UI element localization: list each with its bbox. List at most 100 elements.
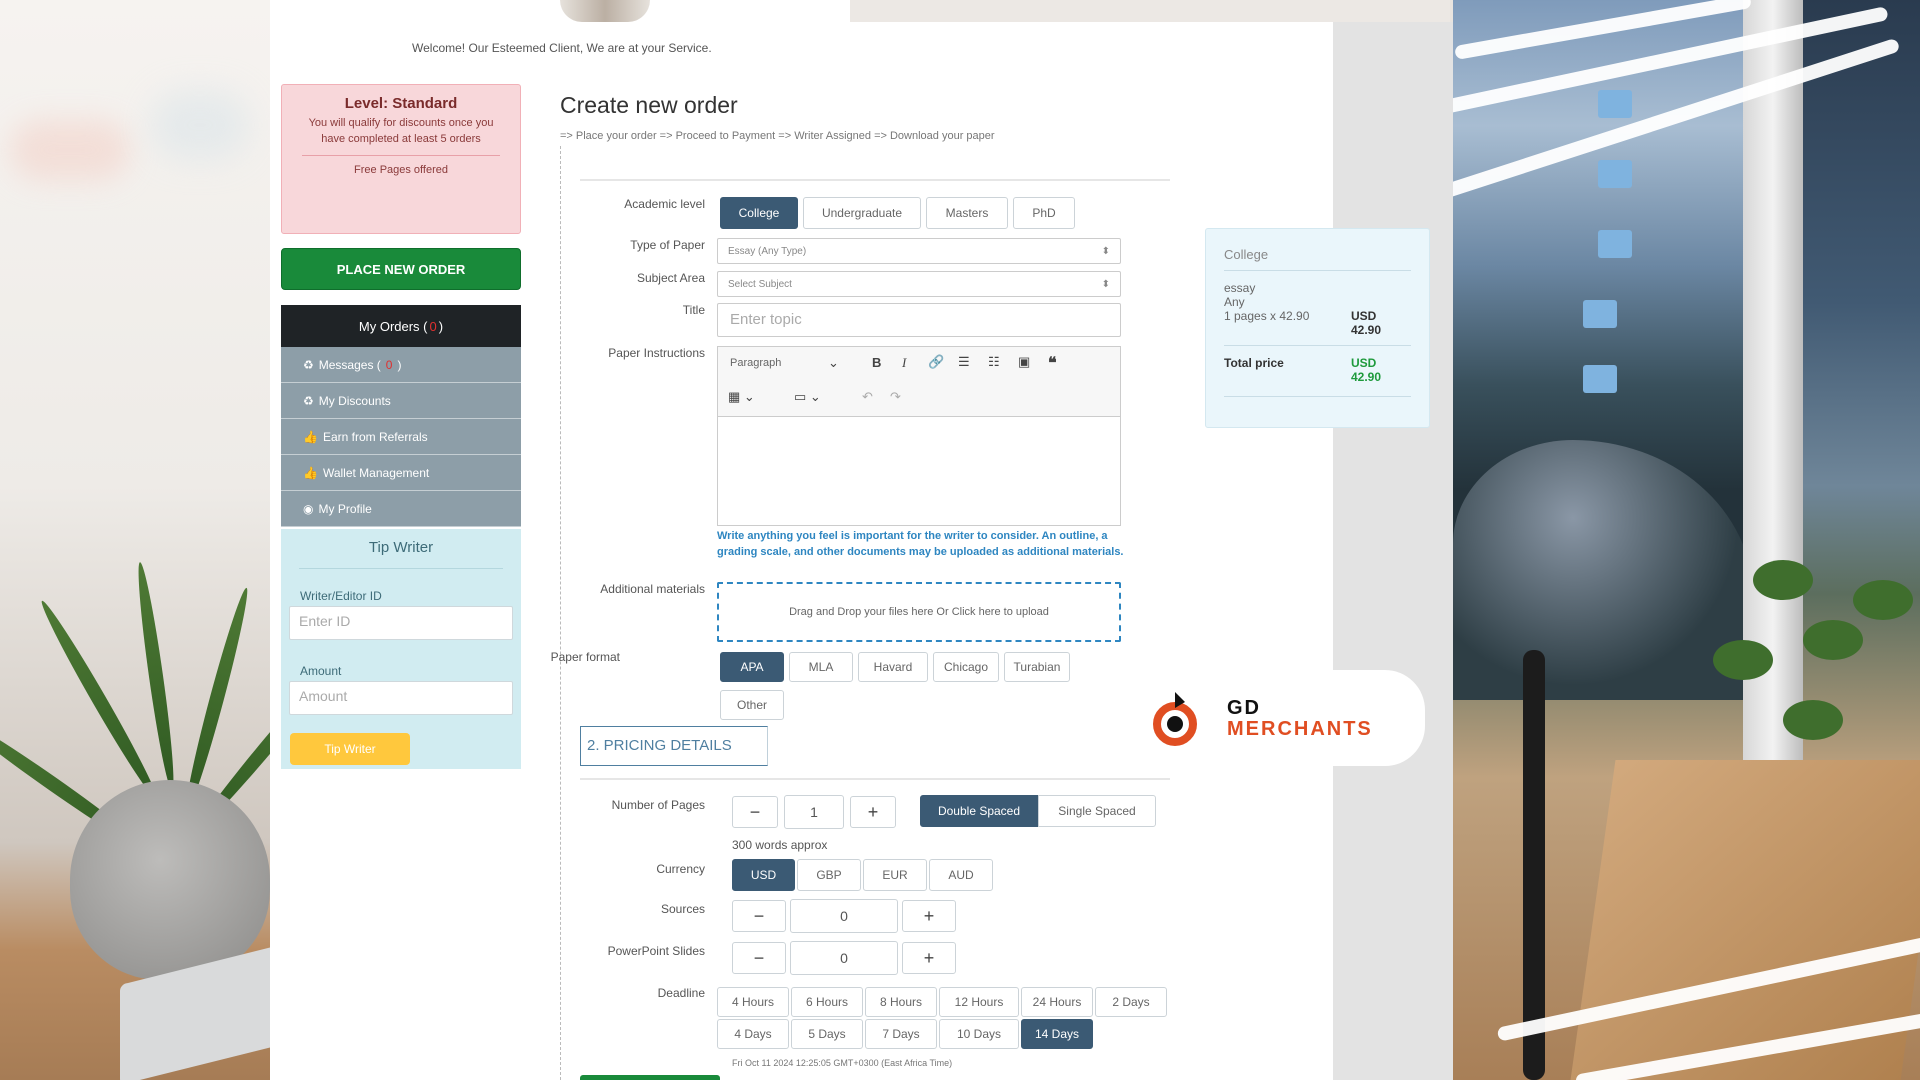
sidebar-item-suffix: ) [397,357,402,372]
pricing-details-heading: 2. PRICING DETAILS [580,726,768,766]
redo-icon[interactable]: ↷ [890,389,901,405]
summary-level: College [1224,247,1269,262]
image-icon[interactable]: ▣ [1018,354,1030,370]
media-icon[interactable]: ▭ ⌄ [794,389,821,405]
sources-label: Sources [660,902,705,916]
type-of-paper-select[interactable]: Essay (Any Type) ⬍ [717,238,1121,264]
writer-id-label: Writer/Editor ID [300,589,382,603]
academic-masters-button[interactable]: Masters [926,197,1008,229]
academic-undergraduate-button[interactable]: Undergraduate [803,197,921,229]
title-input[interactable]: Enter topic [717,303,1121,337]
sources-input[interactable]: 0 [790,899,898,933]
level-card: Level: Standard You will qualify for dis… [281,84,521,234]
level-title: Level: Standard [344,95,458,112]
step-guide-line [560,146,561,1080]
additional-materials-label: Additional materials [600,582,705,596]
sidebar-item-label: Earn from Referrals [322,429,428,444]
amount-input[interactable]: Amount [289,681,513,715]
format-chicago-button[interactable]: Chicago [933,652,999,682]
divider [1224,270,1411,271]
format-turabian-button[interactable]: Turabian [1004,652,1070,682]
deadline-6-hours-button[interactable]: 6 Hours [791,987,863,1017]
sidebar-item-referrals[interactable]: 👍 Earn from Referrals [281,419,521,455]
sidebar-item-label: Messages ( [318,357,381,372]
link-icon[interactable]: 🔗 [928,354,944,370]
paper-format-label: Paper format [550,650,620,664]
subject-area-select[interactable]: Select Subject ⬍ [717,271,1121,297]
sidebar-item-wallet[interactable]: 👍 Wallet Management [281,455,521,491]
format-other-button[interactable]: Other [720,690,784,720]
summary-subject: Any [1224,295,1245,309]
powerpoint-slides-label: PowerPoint Slides [607,944,705,958]
chevron-down-icon[interactable]: ⌄ [828,355,839,371]
currency-gbp-button[interactable]: GBP [797,859,861,891]
background-photo-left [0,0,270,1080]
sidebar-item-label: My Discounts [318,393,391,408]
academic-college-button[interactable]: College [720,197,798,229]
editor-content-area[interactable] [718,417,1120,525]
title-label: Title [682,303,705,317]
deadline-4-days-button[interactable]: 4 Days [717,1019,789,1049]
deadline-12-hours-button[interactable]: 12 Hours [939,987,1019,1017]
deadline-label: Deadline [657,986,705,1000]
place-new-order-button[interactable]: PLACE NEW ORDER [281,248,521,290]
tip-writer-button[interactable]: Tip Writer [290,733,410,765]
format-havard-button[interactable]: Havard [858,652,928,682]
single-spaced-button[interactable]: Single Spaced [1038,795,1156,827]
deadline-14-days-button[interactable]: 14 Days [1021,1019,1093,1049]
submit-button-partial[interactable] [580,1075,720,1080]
quote-icon[interactable]: ❝ [1048,353,1057,373]
divider [1224,345,1411,346]
table-icon[interactable]: ▦ ⌄ [728,389,755,405]
deadline-24-hours-button[interactable]: 24 Hours [1021,987,1093,1017]
type-of-paper-label: Type of Paper [630,238,705,252]
numbered-list-icon[interactable]: ☷ [988,354,1000,370]
deadline-5-days-button[interactable]: 5 Days [791,1019,863,1049]
slides-decrement-button[interactable]: − [732,942,786,974]
messages-count: 0 [385,357,393,372]
bold-icon[interactable]: B [872,355,881,370]
recycle-icon: ♻ [303,393,314,408]
order-summary-card: College essay Any 1 pages x 42.90 USD 42… [1205,228,1430,428]
pages-decrement-button[interactable]: − [732,796,778,828]
format-apa-button[interactable]: APA [720,652,784,682]
subject-area-value: Select Subject [728,278,792,290]
currency-eur-button[interactable]: EUR [863,859,927,891]
divider [299,568,503,569]
my-orders-label: My Orders ( [358,318,428,334]
file-upload-dropzone[interactable]: Drag and Drop your files here Or Click h… [717,582,1121,642]
background-photo-right [1453,0,1920,1080]
academic-phd-button[interactable]: PhD [1013,197,1075,229]
deadline-4-hours-button[interactable]: 4 Hours [717,987,789,1017]
paragraph-style-select[interactable]: Paragraph [730,357,781,369]
sources-decrement-button[interactable]: − [732,900,786,932]
pages-increment-button[interactable]: + [850,796,896,828]
currency-label: Currency [656,862,705,876]
deadline-7-days-button[interactable]: 7 Days [865,1019,937,1049]
deadline-10-days-button[interactable]: 10 Days [939,1019,1019,1049]
sidebar-item-discounts[interactable]: ♻ My Discounts [281,383,521,419]
italic-icon[interactable]: I [902,355,906,371]
undo-icon[interactable]: ↶ [862,389,873,405]
sidebar-item-messages[interactable]: ♻ Messages ( 0 ) [281,347,521,383]
writer-id-input[interactable]: Enter ID [289,606,513,640]
double-spaced-button[interactable]: Double Spaced [920,795,1038,827]
slides-increment-button[interactable]: + [902,942,956,974]
my-orders-link[interactable]: My Orders ( 0 ) [281,305,521,347]
format-mla-button[interactable]: MLA [789,652,853,682]
divider [302,155,500,156]
bulleted-list-icon[interactable]: ☰ [958,354,970,370]
pages-input[interactable]: 1 [784,795,844,829]
deadline-2-days-button[interactable]: 2 Days [1095,987,1167,1017]
editor-toolbar: Paragraph ⌄ B I 🔗 ☰ ☷ ▣ ❝ ▦ ⌄ ▭ ⌄ ↶ ↷ [718,347,1120,417]
currency-usd-button[interactable]: USD [732,859,795,891]
page-gutter [1333,22,1453,1080]
subject-area-label: Subject Area [636,271,705,285]
chevron-updown-icon: ⬍ [1101,245,1110,257]
sources-increment-button[interactable]: + [902,900,956,932]
currency-aud-button[interactable]: AUD [929,859,993,891]
slides-input[interactable]: 0 [790,941,898,975]
paper-instructions-label: Paper Instructions [608,346,705,360]
sidebar-item-profile[interactable]: ◉ My Profile [281,491,521,527]
deadline-8-hours-button[interactable]: 8 Hours [865,987,937,1017]
